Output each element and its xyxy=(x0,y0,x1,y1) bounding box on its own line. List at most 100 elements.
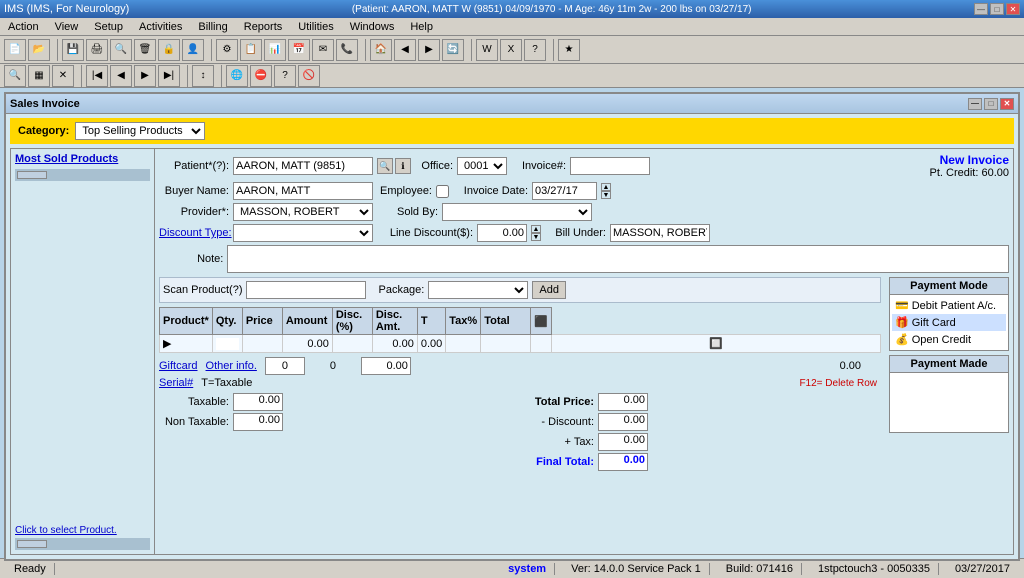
patient-search-icon[interactable]: 🔍 xyxy=(377,158,393,174)
tb2-search[interactable]: 🔍 xyxy=(4,65,26,87)
minimize-btn[interactable]: — xyxy=(974,3,988,15)
tb2-prev[interactable]: ◀ xyxy=(110,65,132,87)
tb-calendar[interactable]: 📅 xyxy=(288,39,310,61)
discount-type-label[interactable]: Discount Type: xyxy=(159,227,229,239)
cell-product[interactable] xyxy=(212,335,242,353)
sidebar-scroll-thumb[interactable] xyxy=(17,171,47,179)
maximize-btn[interactable]: □ xyxy=(990,3,1004,15)
employee-checkbox[interactable] xyxy=(436,185,449,198)
tb-lock[interactable]: 🔒 xyxy=(158,39,180,61)
summary-price: 0 xyxy=(313,360,353,372)
menu-billing[interactable]: Billing xyxy=(194,20,231,34)
tb2-sort[interactable]: ↕ xyxy=(192,65,214,87)
tb-settings[interactable]: ⚙ xyxy=(216,39,238,61)
sidebar-scroll[interactable] xyxy=(15,169,150,181)
sidebar-hscroll[interactable] xyxy=(15,538,150,550)
discount-type-select[interactable] xyxy=(233,224,373,242)
tb2-question[interactable]: ? xyxy=(274,65,296,87)
tb2-filter[interactable]: ▦ xyxy=(28,65,50,87)
cell-amount xyxy=(332,335,372,353)
note-textarea[interactable] xyxy=(227,245,1009,273)
tb-preview[interactable]: 🔍 xyxy=(110,39,132,61)
provider-select[interactable]: MASSON, ROBERT xyxy=(233,203,373,221)
menu-help[interactable]: Help xyxy=(406,20,437,34)
tb-home[interactable]: 🏠 xyxy=(370,39,392,61)
tb2-cancel[interactable]: 🚫 xyxy=(298,65,320,87)
line-discount-input[interactable] xyxy=(477,224,527,242)
summary-row: Giftcard Other info. 0 0.00 xyxy=(159,357,881,375)
menu-setup[interactable]: Setup xyxy=(90,20,127,34)
gift-card-option[interactable]: 🎁 Gift Card xyxy=(892,314,1006,331)
tb2-last[interactable]: ▶| xyxy=(158,65,180,87)
open-credit-option[interactable]: 💰 Open Credit xyxy=(892,331,1006,348)
tb-new[interactable]: 📄 xyxy=(4,39,26,61)
tb-back[interactable]: ◀ xyxy=(394,39,416,61)
invoice-date-input[interactable] xyxy=(532,182,597,200)
invoice-table: Product* Qty. Price Amount Disc.(%) Disc… xyxy=(159,307,881,353)
panel-minimize[interactable]: — xyxy=(968,98,982,110)
tb-mail[interactable]: ✉ xyxy=(312,39,334,61)
close-btn[interactable]: ✕ xyxy=(1006,3,1020,15)
tb2-first[interactable]: |◀ xyxy=(86,65,108,87)
menu-activities[interactable]: Activities xyxy=(135,20,186,34)
tb-user[interactable]: 👤 xyxy=(182,39,204,61)
tb-refresh[interactable]: 🔄 xyxy=(442,39,464,61)
click-to-select-link[interactable]: Click to select Product. xyxy=(15,525,150,536)
tb-list[interactable]: 📋 xyxy=(240,39,262,61)
disc-down-btn[interactable]: ▼ xyxy=(531,233,541,241)
menu-action[interactable]: Action xyxy=(4,20,43,34)
bill-under-input[interactable] xyxy=(610,224,710,242)
other-info-link[interactable]: Other info. xyxy=(206,360,257,372)
date-up-btn[interactable]: ▲ xyxy=(601,183,611,191)
patient-label: Patient*(?): xyxy=(159,160,229,172)
final-total-label: Final Total: xyxy=(524,456,594,468)
office-select[interactable]: 0001 xyxy=(457,157,507,175)
sidebar-hscroll-thumb[interactable] xyxy=(17,540,47,548)
cell-icon[interactable]: 🔲 xyxy=(551,335,880,353)
tb-phone[interactable]: 📞 xyxy=(336,39,358,61)
tb-chart[interactable]: 📊 xyxy=(264,39,286,61)
tb-delete[interactable]: 🗑 xyxy=(134,39,156,61)
summary-total: 0.00 xyxy=(840,360,861,372)
form-row-2: Buyer Name: Employee: Invoice Date: ▲ ▼ xyxy=(159,182,1009,200)
tb-help2[interactable]: ? xyxy=(524,39,546,61)
menu-reports[interactable]: Reports xyxy=(240,20,287,34)
tb-forward[interactable]: ▶ xyxy=(418,39,440,61)
tb2-next[interactable]: ▶ xyxy=(134,65,156,87)
date-down-btn[interactable]: ▼ xyxy=(601,191,611,199)
serial-link[interactable]: Serial# xyxy=(159,377,193,389)
menu-windows[interactable]: Windows xyxy=(346,20,399,34)
tb2-web[interactable]: 🌐 xyxy=(226,65,248,87)
scan-input[interactable] xyxy=(246,281,366,299)
buyer-input[interactable] xyxy=(233,182,373,200)
add-button[interactable]: Add xyxy=(532,281,566,299)
tb-open[interactable]: 📂 xyxy=(28,39,50,61)
disc-up-btn[interactable]: ▲ xyxy=(531,225,541,233)
debit-patient-option[interactable]: 💳 Debit Patient A/c. xyxy=(892,297,1006,314)
giftcard-link[interactable]: Giftcard xyxy=(159,360,198,372)
tb-excel[interactable]: X xyxy=(500,39,522,61)
package-select[interactable] xyxy=(428,281,528,299)
tb2-stop[interactable]: ⛔ xyxy=(250,65,272,87)
panel-close[interactable]: ✕ xyxy=(1000,98,1014,110)
menu-view[interactable]: View xyxy=(51,20,83,34)
sold-by-select[interactable] xyxy=(442,203,592,221)
summary-qty[interactable] xyxy=(265,357,305,375)
tb2-clear[interactable]: ✕ xyxy=(52,65,74,87)
tb-save[interactable]: 💾 xyxy=(62,39,84,61)
patient-input[interactable] xyxy=(233,157,373,175)
menu-utilities[interactable]: Utilities xyxy=(294,20,337,34)
tb-print[interactable]: 🖨 xyxy=(86,39,108,61)
cell-arrow: ▶ xyxy=(160,335,213,353)
payment-mode-panel: Payment Mode 💳 Debit Patient A/c. 🎁 Gift… xyxy=(889,277,1009,550)
tb-misc[interactable]: ★ xyxy=(558,39,580,61)
debit-icon: 💳 xyxy=(895,299,909,312)
summary-amount[interactable] xyxy=(361,357,411,375)
panel-maximize[interactable]: □ xyxy=(984,98,998,110)
category-select[interactable]: Top Selling Products xyxy=(75,122,205,140)
product-input[interactable] xyxy=(216,338,239,350)
form-row-1: Patient*(?): 🔍 ℹ Office: 0001 Invoice#: … xyxy=(159,153,1009,179)
invoice-input[interactable] xyxy=(570,157,650,175)
tb-word[interactable]: W xyxy=(476,39,498,61)
patient-info-icon[interactable]: ℹ xyxy=(395,158,411,174)
